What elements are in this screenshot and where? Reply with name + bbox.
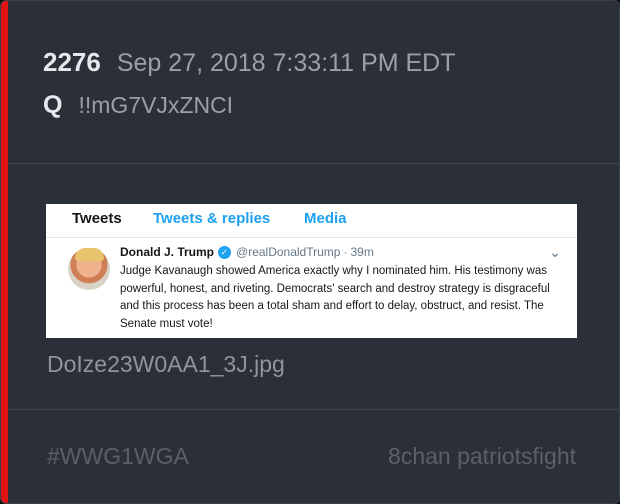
- post-datetime: Sep 27, 2018 7:33:11 PM EDT: [116, 49, 456, 77]
- accent-bar: [1, 1, 8, 503]
- tweet-header: Donald J. Trump ✓ @realDonaldTrump · 39m: [120, 245, 374, 259]
- tweet-handle: @realDonaldTrump: [236, 245, 341, 259]
- tab-media: Media: [304, 210, 347, 227]
- tweet-text: Judge Kavanaugh showed America exactly w…: [120, 265, 550, 330]
- tweet-screenshot-image[interactable]: Tweets Tweets & replies Media Donald J. …: [46, 204, 577, 338]
- author-tripcode: !!mG7VJxZNCI: [78, 92, 234, 118]
- tweet-time: 39m: [350, 245, 374, 259]
- tab-tweets: Tweets: [72, 210, 122, 227]
- post-meta: 2276 Sep 27, 2018 7:33:11 PM EDT: [43, 47, 455, 81]
- avatar-hair: [75, 248, 104, 261]
- attachment-filename[interactable]: DoIze23W0AA1_3J.jpg: [47, 351, 285, 378]
- post-header: 2276 Sep 27, 2018 7:33:11 PM EDT Q !!mG7…: [43, 47, 455, 121]
- verified-badge-icon: ✓: [218, 245, 232, 259]
- tweet-separator: ·: [343, 245, 348, 259]
- footer-source: 8chan patriotsfight: [388, 443, 576, 469]
- post-number[interactable]: 2276: [43, 47, 101, 78]
- tab-tweets-replies: Tweets & replies: [153, 210, 271, 227]
- tweet-author-name: Donald J. Trump: [120, 245, 215, 259]
- chevron-down-icon: ⌄: [549, 244, 561, 260]
- author-name: Q: [43, 91, 63, 119]
- divider: [8, 409, 619, 410]
- post-card: 2276 Sep 27, 2018 7:33:11 PM EDT Q !!mG7…: [0, 0, 620, 504]
- tweet-tabs: Tweets Tweets & replies Media: [46, 204, 577, 238]
- post-author: Q !!mG7VJxZNCI: [43, 91, 455, 121]
- divider: [8, 163, 619, 164]
- footer-hashtag: #WWG1WGA: [47, 443, 189, 469]
